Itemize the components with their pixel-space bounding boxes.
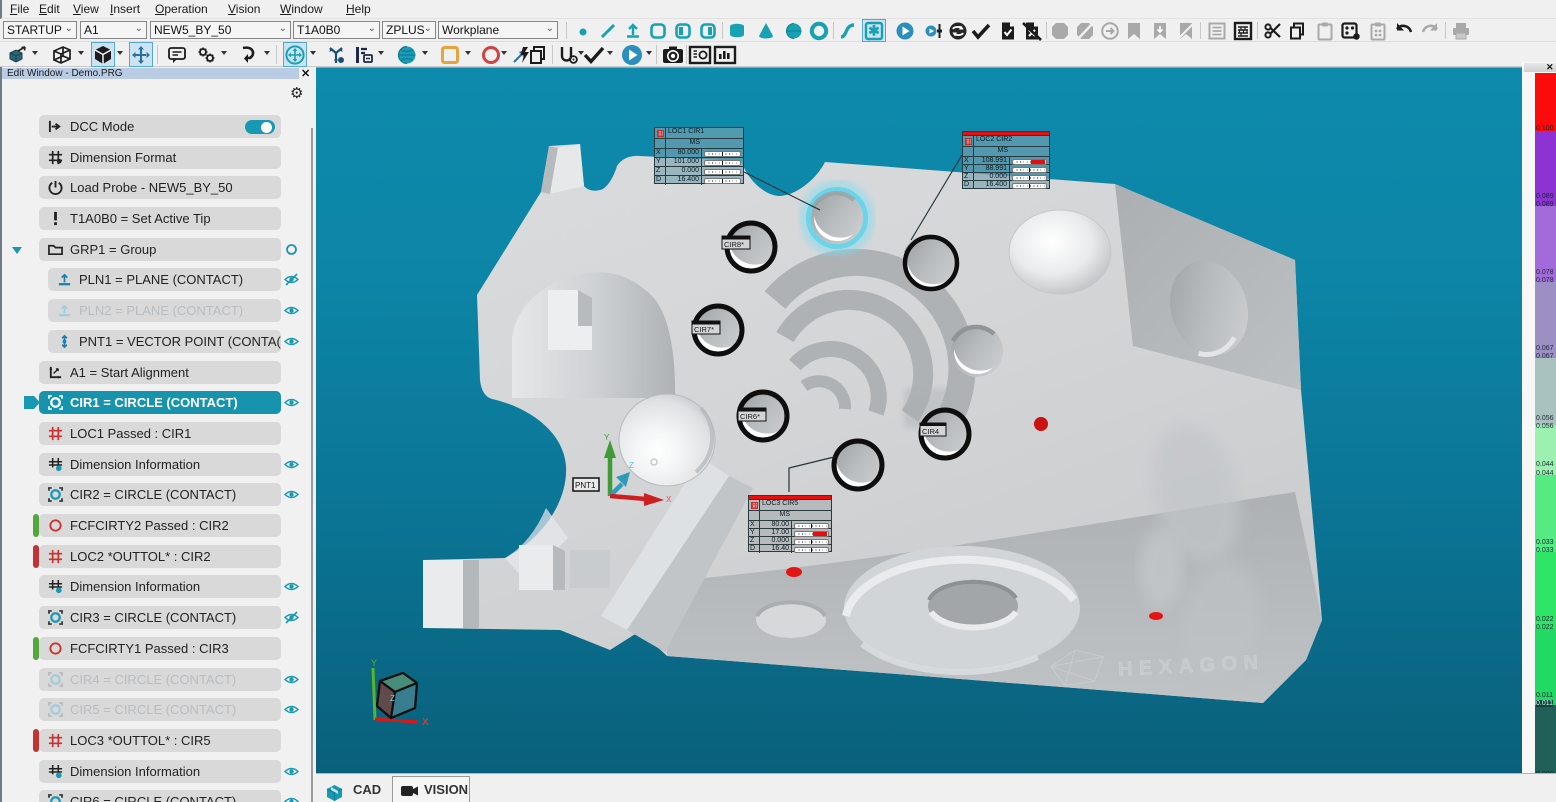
svg-text:CIR4: CIR4 <box>922 427 939 436</box>
svg-text:Y: Y <box>604 433 610 442</box>
svg-text:CIR6*: CIR6* <box>740 412 760 421</box>
svg-text:CIR8*: CIR8* <box>724 240 744 249</box>
svg-text:PNT1: PNT1 <box>575 481 596 490</box>
svg-text:X: X <box>422 717 429 728</box>
svg-text:Z: Z <box>629 461 634 470</box>
svg-text:CIR7*: CIR7* <box>694 325 714 334</box>
svg-text:X: X <box>666 495 672 504</box>
svg-text:✱: ✱ <box>868 22 880 38</box>
svg-text:Y: Y <box>371 658 377 668</box>
svg-text:Z: Z <box>390 694 395 703</box>
